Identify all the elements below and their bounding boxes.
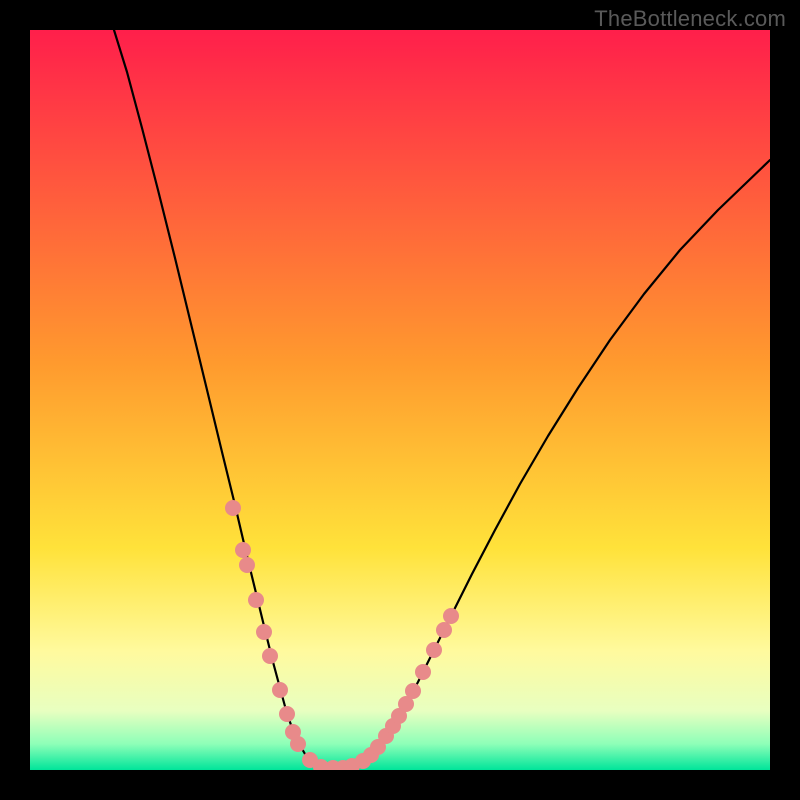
plot-svg — [30, 30, 770, 770]
data-marker — [436, 622, 452, 638]
plot-area — [30, 30, 770, 770]
data-marker — [239, 557, 255, 573]
gradient-background — [30, 30, 770, 770]
data-marker — [443, 608, 459, 624]
data-marker — [272, 682, 288, 698]
data-marker — [405, 683, 421, 699]
data-marker — [426, 642, 442, 658]
chart-canvas: TheBottleneck.com — [0, 0, 800, 800]
data-marker — [256, 624, 272, 640]
data-marker — [225, 500, 241, 516]
watermark-text: TheBottleneck.com — [594, 6, 786, 32]
data-marker — [248, 592, 264, 608]
data-marker — [415, 664, 431, 680]
data-marker — [279, 706, 295, 722]
data-marker — [235, 542, 251, 558]
data-marker — [290, 736, 306, 752]
data-marker — [262, 648, 278, 664]
